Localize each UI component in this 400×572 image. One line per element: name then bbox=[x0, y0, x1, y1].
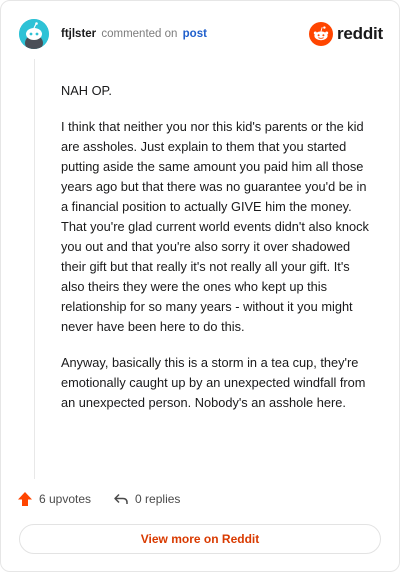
comment-header: ftjlster commented on post reddit bbox=[19, 17, 383, 51]
username-link[interactable]: ftjlster bbox=[61, 28, 96, 40]
user-avatar[interactable] bbox=[19, 19, 49, 49]
upvote-arrow-icon bbox=[18, 492, 32, 506]
comment-meta: ftjlster commented on post bbox=[61, 26, 207, 42]
thread-line bbox=[34, 59, 35, 479]
reddit-brand-link[interactable]: reddit bbox=[308, 22, 383, 46]
comment-actions: 6 upvotes 0 replies bbox=[17, 489, 180, 509]
comment-action-text: commented on bbox=[101, 28, 178, 40]
comment-body: NAH OP. I think that neither you nor thi… bbox=[61, 81, 373, 429]
upvote-count: 6 upvotes bbox=[39, 492, 92, 506]
reply-arrow-icon bbox=[114, 493, 128, 504]
comment-paragraph: NAH OP. bbox=[61, 83, 112, 98]
comment-embed-card: ftjlster commented on post reddit NAH OP… bbox=[0, 0, 400, 572]
reply-button[interactable]: 0 replies bbox=[113, 491, 180, 507]
upvote-button[interactable]: 6 upvotes bbox=[17, 491, 91, 507]
view-more-button[interactable]: View more on Reddit bbox=[19, 524, 381, 554]
comment-paragraph: Anyway, basically this is a storm in a t… bbox=[61, 355, 366, 410]
post-link[interactable]: post bbox=[183, 28, 207, 40]
reddit-logo-icon bbox=[308, 22, 333, 46]
snoo-avatar-icon bbox=[19, 19, 49, 49]
reply-count: 0 replies bbox=[135, 492, 181, 506]
comment-paragraph: I think that neither you nor this kid's … bbox=[61, 119, 369, 334]
reddit-wordmark: reddit bbox=[336, 24, 383, 43]
